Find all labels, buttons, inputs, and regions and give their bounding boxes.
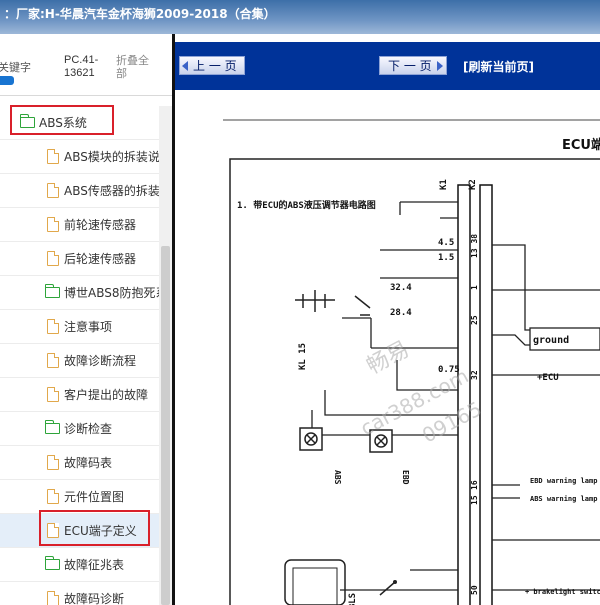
- keyword-label[interactable]: 关键字: [0, 59, 31, 75]
- tree-item-label: 故障码诊断: [64, 592, 125, 605]
- document-icon: [45, 353, 61, 368]
- folder-icon: [19, 114, 36, 129]
- window-title: ：厂家:H-华晨汽车金杯海狮2009-2018（合集）: [0, 0, 600, 34]
- kl15-label: KL 15: [298, 343, 308, 370]
- tree-toolbar: 关键字 PC.41-13621 折叠全部: [0, 34, 172, 96]
- folder-icon: [44, 284, 61, 299]
- pin-label: 50: [470, 585, 479, 595]
- tree-item[interactable]: 元件位置图: [0, 480, 160, 514]
- refresh-page-link[interactable]: [刷新当前页]: [463, 58, 534, 75]
- content-panel: 上 一 页 下 一 页 [刷新当前页] 1. 带ECU的ABS液压调节器电路图 …: [172, 34, 600, 605]
- document-code: PC.41-13621: [64, 54, 99, 79]
- tree-item-label: 诊断检查: [64, 422, 113, 436]
- tree-item-label: 前轮速传感器: [64, 218, 137, 232]
- tree-item[interactable]: ABS模块的拆装说明: [0, 140, 160, 174]
- document-icon: [45, 387, 61, 402]
- pin-label: 32.4: [390, 283, 412, 293]
- tree-item-label: 博世ABS8防抱死系统: [64, 286, 160, 300]
- tree-item-folder[interactable]: 博世ABS8防抱死系统: [0, 276, 160, 310]
- scrollbar-thumb[interactable]: [161, 246, 170, 605]
- tree-item[interactable]: 后轮速传感器: [0, 242, 160, 276]
- tree-item-label: 故障码表: [64, 456, 113, 470]
- tree-item-abs-system[interactable]: ABS系统: [0, 106, 160, 140]
- ebd-warning-label: EBD warning lamp: [530, 477, 597, 485]
- document-icon: [45, 251, 61, 266]
- document-icon: [45, 217, 61, 232]
- tree-scrollbar[interactable]: [159, 106, 172, 605]
- next-page-button[interactable]: 下 一 页: [379, 56, 447, 75]
- tree-item-label: ECU端子定义: [64, 524, 137, 538]
- prev-page-button[interactable]: 上 一 页: [179, 56, 245, 75]
- next-page-label: 下 一 页: [388, 59, 432, 73]
- document-icon: [45, 523, 61, 538]
- pin-label: 1: [470, 285, 479, 290]
- section-heading: 1. 带ECU的ABS液压调节器电路图: [237, 199, 376, 211]
- document-tree: ABS系统 ABS模块的拆装说明 ABS传感器的拆装 前轮速传感器 后轮速传感器…: [0, 106, 160, 605]
- brakelight-switch-label: + brakelight switch: [525, 588, 600, 596]
- pin-label: 4.5: [438, 238, 454, 248]
- arrow-right-icon: [436, 60, 443, 71]
- pin-label: 1.5: [438, 253, 454, 263]
- tree-item-label: 故障征兆表: [64, 558, 125, 572]
- pin-label: 25: [470, 315, 479, 325]
- folder-icon: [44, 556, 61, 571]
- document-icon: [45, 183, 61, 198]
- ground-label: ground: [533, 335, 569, 346]
- document-view: 1. 带ECU的ABS液压调节器电路图 K1 K2 4.5 1.5 32.4 2…: [175, 90, 600, 605]
- tree-item[interactable]: 注意事项: [0, 310, 160, 344]
- connector-k2-label: K2: [468, 179, 478, 190]
- tree-item[interactable]: 前轮速传感器: [0, 208, 160, 242]
- document-title: ECU端: [562, 138, 600, 153]
- tree-item[interactable]: 故障码表: [0, 446, 160, 480]
- connector-k1-label: K1: [439, 179, 449, 190]
- search-button[interactable]: [0, 76, 14, 85]
- pin-label: 28.4: [390, 308, 412, 318]
- tree-item-label: 后轮速传感器: [64, 252, 137, 266]
- tree-item-label: 客户提出的故障: [64, 388, 149, 402]
- fold-all-button[interactable]: 折叠全部: [116, 54, 158, 80]
- tree-item[interactable]: 客户提出的故障: [0, 378, 160, 412]
- pin-label: 16: [470, 480, 479, 490]
- arrow-left-icon: [182, 60, 188, 71]
- tree-item-label: 元件位置图: [64, 490, 125, 504]
- page-nav-bar: 上 一 页 下 一 页 [刷新当前页]: [175, 42, 600, 90]
- prev-page-label: 上 一 页: [193, 59, 237, 73]
- pin-label: 32: [470, 370, 479, 380]
- tree-item-label: 故障诊断流程: [64, 354, 137, 368]
- folder-icon: [44, 420, 61, 435]
- bls-label: + BLS: [348, 593, 358, 605]
- abs-warning-label: ABS warning lamp: [530, 495, 597, 503]
- document-icon: [45, 149, 61, 164]
- document-icon: [45, 489, 61, 504]
- document-icon: [45, 455, 61, 470]
- tree-item[interactable]: 故障诊断流程: [0, 344, 160, 378]
- ecu-plus-label: +ECU: [537, 373, 559, 383]
- document-icon: [45, 319, 61, 334]
- tree-item-ecu-terminal-definition[interactable]: ECU端子定义: [0, 514, 160, 548]
- tree-item-folder[interactable]: 故障征兆表: [0, 548, 160, 582]
- tree-item[interactable]: ABS传感器的拆装: [0, 174, 160, 208]
- tree-item-label: ABS系统: [39, 116, 87, 130]
- tree-item-folder[interactable]: 诊断检查: [0, 412, 160, 446]
- tree-item-label: ABS传感器的拆装: [64, 184, 160, 198]
- pin-label: 15: [470, 495, 479, 505]
- abs-lamp-label: ABS: [333, 470, 342, 485]
- navigation-panel: 关键字 PC.41-13621 折叠全部 ABS系统 ABS模块的拆装说明 AB…: [0, 34, 172, 605]
- tree-item-label: ABS模块的拆装说明: [64, 150, 160, 164]
- ebd-lamp-label: EBD: [401, 470, 410, 485]
- tree-item[interactable]: 故障码诊断: [0, 582, 160, 605]
- document-icon: [45, 591, 61, 605]
- tree-item-label: 注意事项: [64, 320, 113, 334]
- pin-label: 13 38: [470, 234, 479, 258]
